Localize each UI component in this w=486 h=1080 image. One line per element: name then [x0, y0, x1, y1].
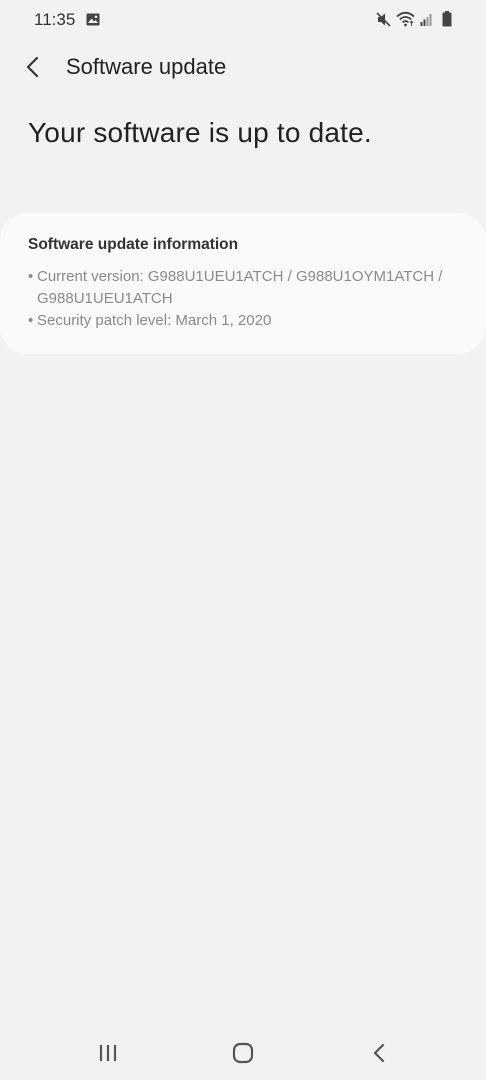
navigation-bar: [0, 1025, 486, 1080]
recent-apps-button[interactable]: [88, 1039, 128, 1067]
home-button[interactable]: [223, 1039, 263, 1067]
security-patch-line: • Security patch level: March 1, 2020: [28, 310, 271, 332]
signal-icon: [420, 14, 432, 26]
back-button[interactable]: [18, 52, 48, 82]
recent-apps-icon: [99, 1045, 117, 1061]
status-bar: 11:35: [0, 0, 486, 40]
card-title: Software update information: [28, 236, 239, 253]
screen: 11:35 Software update Your software is u…: [0, 0, 486, 1080]
home-icon: [232, 1042, 254, 1064]
back-arrow-icon: [26, 56, 39, 78]
wifi-icon: [396, 11, 415, 27]
security-patch-text: Security patch level: March 1, 2020: [37, 312, 272, 329]
bullet: •: [28, 312, 34, 329]
up-to-date-message: Your software is up to date.: [28, 117, 372, 148]
battery-icon: [442, 11, 452, 27]
software-update-info-card: Software update information • Current ver…: [0, 213, 486, 354]
nav-back-button[interactable]: [359, 1039, 399, 1067]
status-time: 11:35: [34, 10, 76, 29]
mute-icon: [376, 12, 391, 27]
current-version-text: Current version: G988U1UEU1ATCH / G988U1…: [37, 268, 443, 285]
current-version-continuation: G988U1UEU1ATCH: [37, 290, 173, 307]
current-version-line: • Current version: G988U1UEU1ATCH / G988U…: [28, 266, 442, 288]
bullet: •: [28, 268, 34, 285]
nav-back-icon: [373, 1043, 385, 1063]
gallery-icon: [86, 13, 100, 26]
page-title: Software update: [66, 54, 227, 79]
